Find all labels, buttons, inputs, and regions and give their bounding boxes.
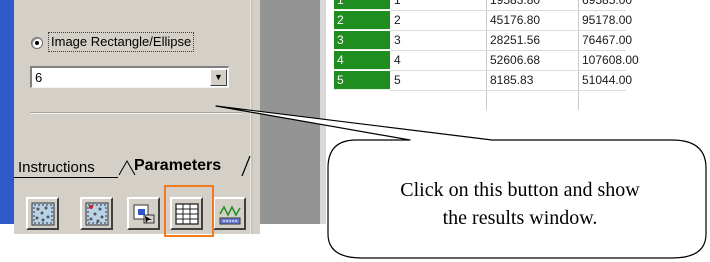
callout-line-2: the results window. xyxy=(442,207,598,229)
callout-text: Click on this button and show the result… xyxy=(330,176,710,232)
callout-line-1: Click on this button and show xyxy=(400,179,640,201)
